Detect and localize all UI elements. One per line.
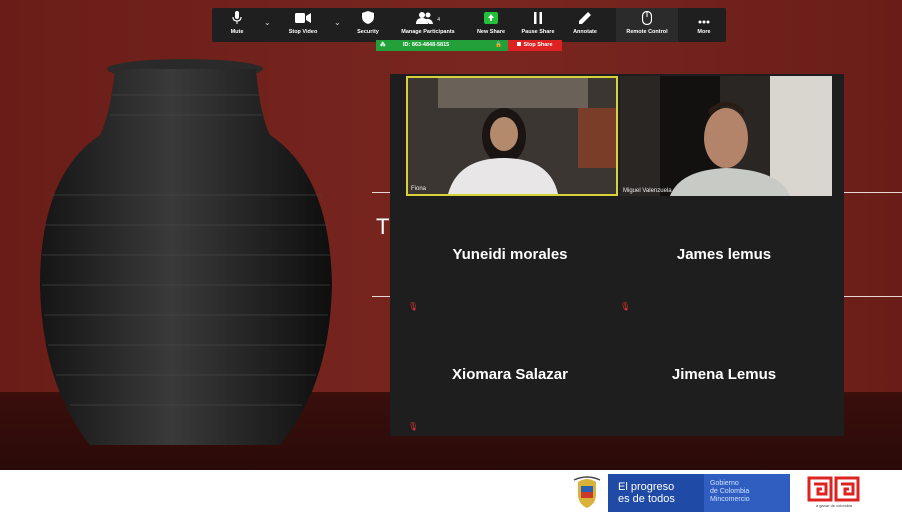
- pen-icon: [568, 11, 602, 29]
- vase-image: [40, 59, 332, 445]
- annotate-label: Annotate: [573, 29, 597, 35]
- annotate-button[interactable]: Annotate: [568, 8, 602, 42]
- government-banner: Gobierno de Colombia Mincomercio: [704, 474, 790, 512]
- mouse-icon: [616, 10, 678, 29]
- gov-line: de Colombia: [710, 488, 750, 495]
- stop-share-button[interactable]: Stop Share: [508, 40, 562, 51]
- remote-control-button[interactable]: Remote Control: [616, 8, 678, 42]
- video-camera-icon: [284, 11, 322, 29]
- video-options-chevron-icon[interactable]: ⌄: [334, 18, 341, 27]
- slide-title-fragment: T: [376, 214, 390, 239]
- more-label: More: [697, 29, 711, 35]
- stop-video-label: Stop Video: [288, 29, 318, 35]
- pause-icon: [518, 11, 558, 29]
- slide-divider-bottom-right: [844, 296, 902, 297]
- meeting-toolbar: Mute ⌄ Stop Video ⌄ Security 4 Manage Pa…: [212, 8, 726, 42]
- manage-participants-label: Manage Participants: [401, 29, 455, 35]
- gallery-view: Fiona Miguel Valenzuela Yuneidi morales …: [390, 74, 844, 436]
- participant-name-tile[interactable]: Xiomara Salazar: [410, 366, 610, 383]
- stop-square-icon: [517, 42, 522, 46]
- new-share-button[interactable]: New Share: [474, 8, 508, 42]
- muted-mic-icon: 🎙: [408, 302, 419, 311]
- mute-label: Mute: [230, 29, 244, 35]
- security-label: Security: [357, 29, 379, 35]
- participant-video: [408, 78, 616, 194]
- progress-banner: El progreso es de todos: [608, 474, 704, 512]
- remote-control-label: Remote Control: [626, 29, 668, 35]
- manage-participants-button[interactable]: 4 Manage Participants: [394, 8, 462, 42]
- slide-divider-top-right: [844, 192, 902, 193]
- more-button[interactable]: More: [690, 8, 718, 42]
- participant-name-tile[interactable]: Yuneidi morales: [410, 246, 610, 263]
- country-brand-logo: a ganar de colombia: [806, 476, 862, 510]
- video-tile[interactable]: Miguel Valenzuela: [620, 76, 832, 196]
- lock-icon: 🔒: [495, 42, 502, 48]
- slide-divider-bottom: [372, 296, 390, 297]
- mute-button[interactable]: Mute: [224, 8, 250, 42]
- shield-icon: [352, 11, 384, 29]
- mic-icon: [224, 11, 250, 29]
- banner-line: El progreso: [618, 481, 675, 493]
- slide-divider-top: [372, 192, 390, 193]
- participants-icon: 4: [394, 11, 462, 29]
- participant-name: Miguel Valenzuela: [623, 188, 672, 194]
- gov-line: Gobierno: [710, 480, 739, 487]
- participant-count: 4: [437, 17, 441, 23]
- coat-of-arms-icon: [573, 476, 601, 508]
- more-dots-icon: [690, 11, 718, 29]
- logo-caption: a ganar de colombia: [815, 503, 853, 508]
- stop-share-label: Stop Share: [523, 42, 553, 48]
- muted-mic-icon: 🎙: [408, 422, 419, 431]
- brand-mark-icon: [807, 476, 860, 502]
- participant-name: Fiona: [411, 186, 427, 192]
- banner-line: es de todos: [618, 493, 675, 505]
- gov-line: Mincomercio: [710, 496, 750, 503]
- stop-video-button[interactable]: Stop Video: [284, 8, 322, 42]
- audio-options-chevron-icon[interactable]: ⌄: [264, 18, 271, 27]
- share-screen-icon: [474, 11, 508, 29]
- participant-name-tile[interactable]: James lemus: [624, 246, 824, 263]
- participant-name-tile[interactable]: Jimena Lemus: [624, 366, 824, 383]
- pause-share-button[interactable]: Pause Share: [518, 8, 558, 42]
- muted-mic-icon: 🎙: [620, 302, 631, 311]
- signal-icon: ⁂: [380, 42, 386, 48]
- meeting-id-bar[interactable]: ⁂ ID: 863-4848-5815 🔒: [376, 40, 508, 51]
- meeting-id-text: ID: 863-4848-5815: [403, 42, 450, 48]
- pause-share-label: Pause Share: [521, 29, 555, 35]
- video-tile-active[interactable]: Fiona: [406, 76, 618, 196]
- participant-video: [620, 76, 832, 196]
- security-button[interactable]: Security: [352, 8, 384, 42]
- new-share-label: New Share: [476, 29, 506, 35]
